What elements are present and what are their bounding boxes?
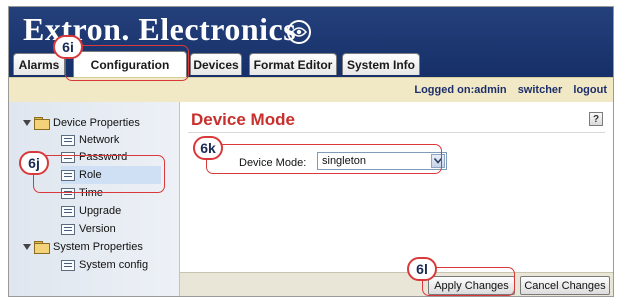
logo-emblem-icon <box>287 20 311 44</box>
main-panel: Device Mode ? Device Mode: singleton App… <box>180 102 613 296</box>
callout-6k-highlight <box>206 144 442 174</box>
title-divider <box>188 132 605 133</box>
sidebar-tree: Device Properties Network Password Role … <box>9 102 180 296</box>
username-text: switcher <box>517 84 563 96</box>
page-icon <box>61 205 75 217</box>
callout-6l-badge: 6l <box>407 257 437 281</box>
sidebar-item-label: Upgrade <box>79 205 122 217</box>
tab-system-info[interactable]: System Info <box>342 53 420 75</box>
tree-group-device-properties[interactable]: Device Properties <box>23 114 140 132</box>
tab-devices[interactable]: Devices <box>190 53 242 75</box>
help-icon[interactable]: ? <box>589 112 603 126</box>
sidebar-item-label: Network <box>79 134 120 146</box>
page-icon <box>61 134 75 146</box>
page-icon <box>61 259 75 271</box>
app-window: Extron. Electronics Alarms Configuration… <box>8 6 614 297</box>
expand-arrow-icon[interactable] <box>23 244 31 250</box>
cancel-changes-button[interactable]: Cancel Changes <box>520 276 610 295</box>
folder-icon <box>34 117 50 130</box>
callout-6k-badge: 6k <box>193 136 223 160</box>
logged-on-text: Logged on:admin <box>414 84 507 96</box>
sidebar-item-version[interactable]: Version <box>61 220 116 238</box>
expand-arrow-icon[interactable] <box>23 120 31 126</box>
tree-group-label: System Properties <box>53 241 143 253</box>
callout-6i-badge: 6i <box>53 35 83 59</box>
page-title: Device Mode <box>191 110 295 129</box>
action-button-bar: Apply Changes Cancel Changes <box>180 272 613 296</box>
tree-group-label: Device Properties <box>53 117 140 129</box>
session-info: Logged on:admin switcher logout <box>410 84 607 96</box>
tab-format-editor[interactable]: Format Editor <box>249 53 337 75</box>
folder-icon <box>34 241 50 254</box>
sidebar-item-network[interactable]: Network <box>61 131 119 149</box>
sidebar-item-upgrade[interactable]: Upgrade <box>61 202 121 220</box>
tree-group-system-properties[interactable]: System Properties <box>23 238 143 256</box>
sidebar-item-label: System config <box>79 259 149 271</box>
callout-6i-highlight <box>65 45 189 81</box>
sidebar-item-system-config[interactable]: System config <box>61 256 148 274</box>
callout-6j-badge: 6j <box>19 151 49 175</box>
page-icon <box>61 223 75 235</box>
logout-link[interactable]: logout <box>573 84 607 96</box>
callout-6j-highlight <box>33 155 165 193</box>
sidebar-item-label: Version <box>79 223 116 235</box>
